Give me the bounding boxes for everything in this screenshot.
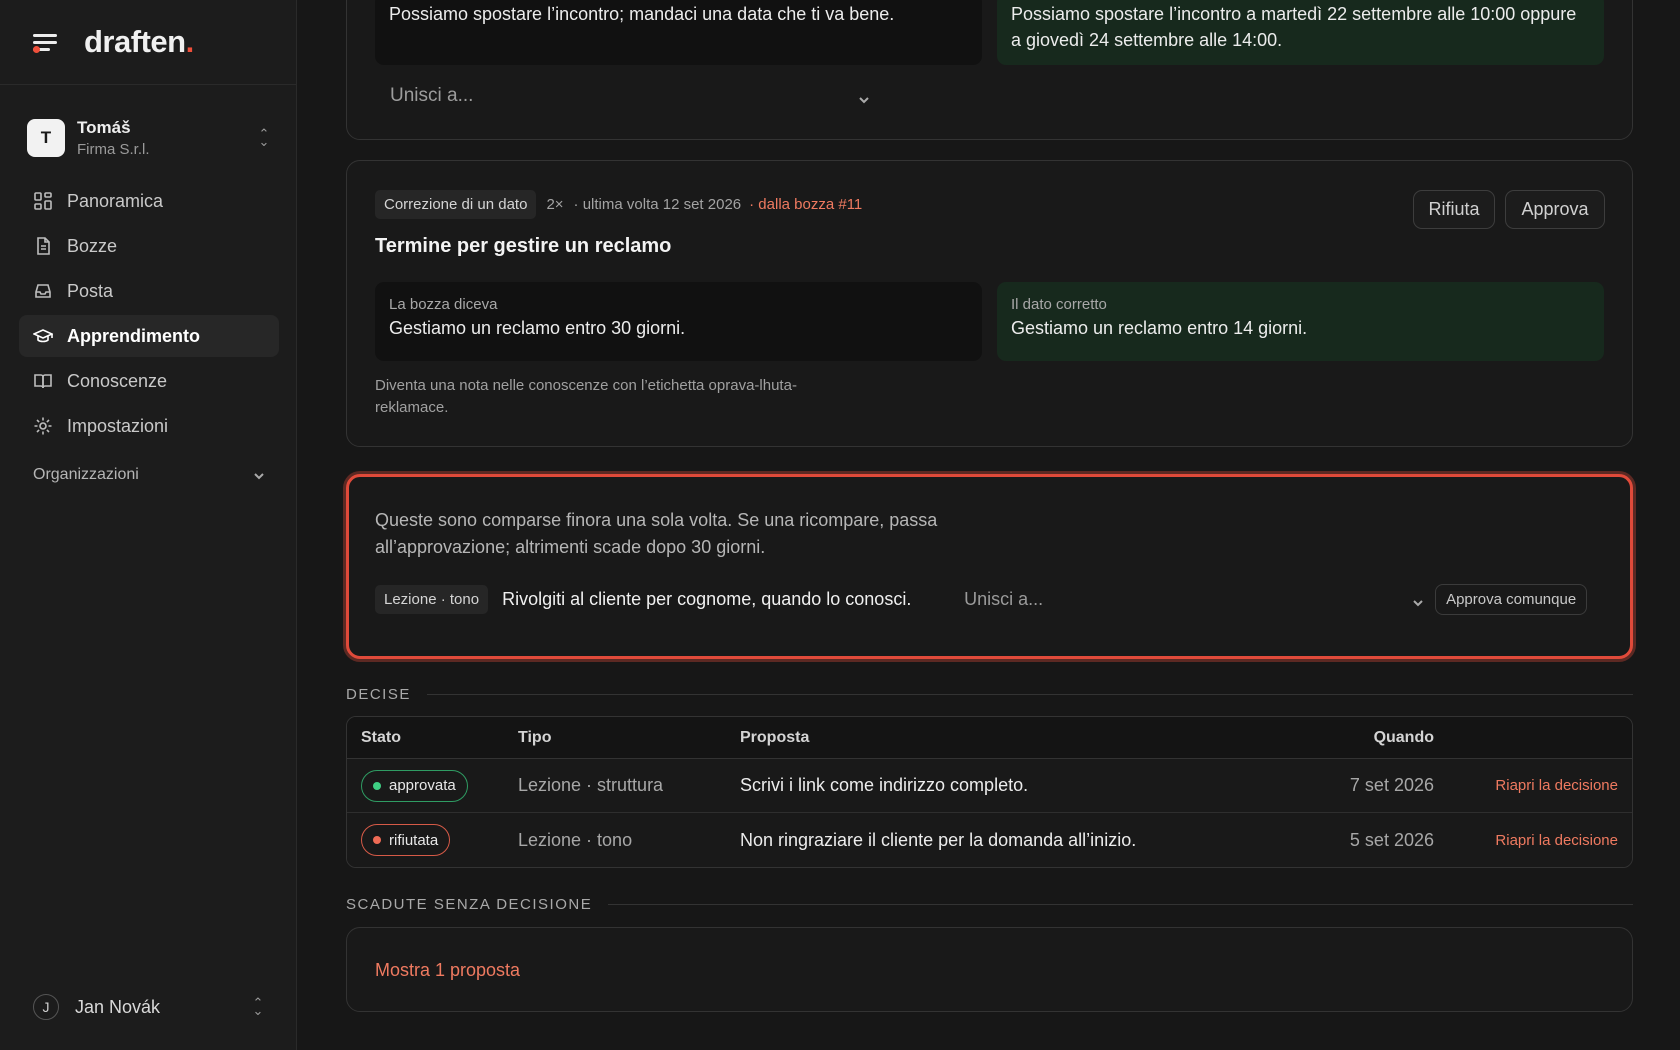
- new-text: Gestiamo un reclamo entro 14 giorni.: [1011, 318, 1308, 338]
- merge-select[interactable]: Unisci a...: [964, 589, 1424, 610]
- decided-section-title: DECISE: [346, 686, 1633, 703]
- row-when: 5 set 2026: [1349, 829, 1434, 850]
- nav-label: Posta: [67, 280, 114, 301]
- workspace-switcher[interactable]: T Tomáš Firma S.r.l. ⌃ ⌄: [27, 117, 271, 159]
- old-text-box: La bozza diceva Gestiamo un reclamo entr…: [375, 282, 982, 361]
- nav-item-posta[interactable]: Posta: [19, 270, 279, 312]
- expired-section-title: SCADUTE SENZA DECISIONE: [346, 896, 1633, 913]
- lesson-text: Rivolgiti al cliente per cognome, quando…: [502, 588, 912, 609]
- status-badge: approvata: [361, 769, 468, 802]
- merge-placeholder: Unisci a...: [964, 588, 1044, 609]
- organizations-toggle[interactable]: Organizzazioni: [33, 466, 265, 484]
- single-occurrence-card: Queste sono comparse finora una sola vol…: [346, 474, 1633, 659]
- new-text-box: Il dato corretto Gestiamo un reclamo ent…: [997, 282, 1604, 361]
- sidebar: draften. T Tomáš Firma S.r.l. ⌃ ⌄ Panoram…: [0, 0, 297, 1050]
- logo-dot: .: [185, 24, 195, 59]
- workspace-org: Firma S.r.l.: [77, 141, 150, 158]
- nav-label: Conoscenze: [67, 370, 168, 391]
- reopen-decision-link[interactable]: Riapri la decisione: [1434, 777, 1632, 794]
- nav-item-panoramica[interactable]: Panoramica: [19, 180, 279, 222]
- nav-label: Bozze: [67, 235, 118, 256]
- row-proposal: Scrivi i link come indirizzo completo.: [740, 775, 1029, 795]
- dashboard-icon: [33, 191, 53, 211]
- nav-item-impostazioni[interactable]: Impostazioni: [19, 405, 279, 447]
- graduation-cap-icon: [33, 326, 53, 346]
- workspace-name: Tomáš: [77, 118, 131, 137]
- proposal-note: Diventa una nota nelle conoscenze con l’…: [375, 377, 797, 416]
- show-expired-button[interactable]: Mostra 1 proposta: [375, 960, 520, 981]
- row-type: Lezione · struttura: [518, 775, 664, 795]
- proposal-card-correction: Correzione di un dato 2× · ultima volta …: [346, 160, 1633, 447]
- merge-select[interactable]: Unisci a...: [390, 85, 870, 107]
- reject-button[interactable]: Rifiuta: [1413, 190, 1495, 229]
- decided-title-text: DECISE: [346, 686, 411, 703]
- nav-item-bozze[interactable]: Bozze: [19, 225, 279, 267]
- organizations-label: Organizzazioni: [33, 466, 139, 483]
- user-menu[interactable]: J Jan Novák ⌃ ⌄: [33, 994, 265, 1020]
- decided-table: Stato Tipo Proposta Quando approvata Lez…: [346, 716, 1633, 868]
- source-draft-link[interactable]: · dalla bozza #11: [749, 196, 862, 213]
- new-text-box: Possiamo spostare l’incontro a martedì 2…: [997, 0, 1604, 65]
- menu-icon[interactable]: [33, 32, 59, 53]
- document-icon: [33, 236, 53, 256]
- chevron-down-icon: [253, 469, 265, 481]
- row-when: 7 set 2026: [1349, 775, 1434, 795]
- status-badge: rifiutata: [361, 824, 451, 856]
- row-type: Lezione · tono: [518, 829, 633, 850]
- gear-icon: [33, 416, 53, 436]
- user-name: Jan Novák: [75, 996, 161, 1017]
- nav-label: Panoramica: [67, 190, 164, 211]
- expired-title-text: SCADUTE SENZA DECISIONE: [346, 896, 593, 913]
- brand-bar: draften.: [0, 0, 296, 85]
- row-proposal: Non ringraziare il cliente per la domand…: [740, 829, 1137, 850]
- old-text: Gestiamo un reclamo entro 30 giorni.: [389, 318, 686, 338]
- status-text: rifiutata: [389, 831, 439, 849]
- proposal-meta: Correzione di un dato 2× · ultima volta …: [375, 190, 862, 219]
- table-row: rifiutata Lezione · tono Non ringraziare…: [347, 813, 1632, 867]
- table-header: Stato Tipo Proposta Quando: [347, 717, 1632, 759]
- approve-button[interactable]: Approva: [1505, 190, 1605, 229]
- merge-placeholder: Unisci a...: [390, 85, 474, 106]
- chevron-up-down-icon: ⌃ ⌄: [252, 995, 264, 1018]
- status-text: approvata: [389, 777, 456, 794]
- book-icon: [33, 371, 53, 391]
- proposal-title: Termine per gestire un reclamo: [375, 235, 672, 257]
- table-row: approvata Lezione · struttura Scrivi i l…: [347, 759, 1632, 813]
- old-text-label: La bozza diceva: [389, 296, 498, 313]
- inbox-icon: [33, 281, 53, 301]
- nav-label: Impostazioni: [67, 415, 169, 436]
- old-text-box: Possiamo spostare l’incontro; mandaci un…: [375, 0, 982, 65]
- chevron-down-icon: [1412, 593, 1424, 607]
- header-type: Tipo: [518, 728, 552, 746]
- approve-anyway-button[interactable]: Approva comunque: [1435, 583, 1588, 615]
- main-nav: Panoramica Bozze Posta Apprendimento Con…: [19, 180, 279, 450]
- logo-text: draften: [84, 24, 186, 59]
- nav-item-apprendimento[interactable]: Apprendimento: [19, 315, 279, 357]
- reopen-decision-link[interactable]: Riapri la decisione: [1434, 832, 1632, 849]
- new-text: Possiamo spostare l’incontro a martedì 2…: [1011, 4, 1577, 50]
- single-proposal-row: Lezione · tono Rivolgiti al cliente per …: [375, 583, 1604, 615]
- header-when: Quando: [1373, 728, 1434, 746]
- new-text-label: Il dato corretto: [1011, 296, 1107, 313]
- header-proposal: Proposta: [740, 728, 810, 746]
- proposal-type-tag: Lezione · tono: [375, 584, 489, 614]
- proposal-card-top: Possiamo spostare l’incontro; mandaci un…: [346, 0, 1633, 140]
- header-status: Stato: [361, 728, 401, 746]
- chevron-down-icon: [858, 90, 870, 104]
- old-text: Possiamo spostare l’incontro; mandaci un…: [389, 4, 895, 24]
- expired-card: Mostra 1 proposta: [346, 927, 1633, 1012]
- last-seen: · ultima volta 12 set 2026: [573, 196, 742, 213]
- chevron-up-down-icon: ⌃ ⌄: [258, 126, 270, 149]
- proposal-type-tag: Correzione di un dato: [375, 190, 537, 219]
- single-occurrence-intro: Queste sono comparse finora una sola vol…: [375, 510, 938, 557]
- user-avatar: J: [33, 994, 59, 1020]
- workspace-avatar: T: [27, 119, 65, 157]
- nav-label: Apprendimento: [67, 325, 200, 346]
- occurrence-count: 2×: [546, 196, 564, 213]
- nav-item-conoscenze[interactable]: Conoscenze: [19, 360, 279, 402]
- logo[interactable]: draften.: [84, 24, 194, 60]
